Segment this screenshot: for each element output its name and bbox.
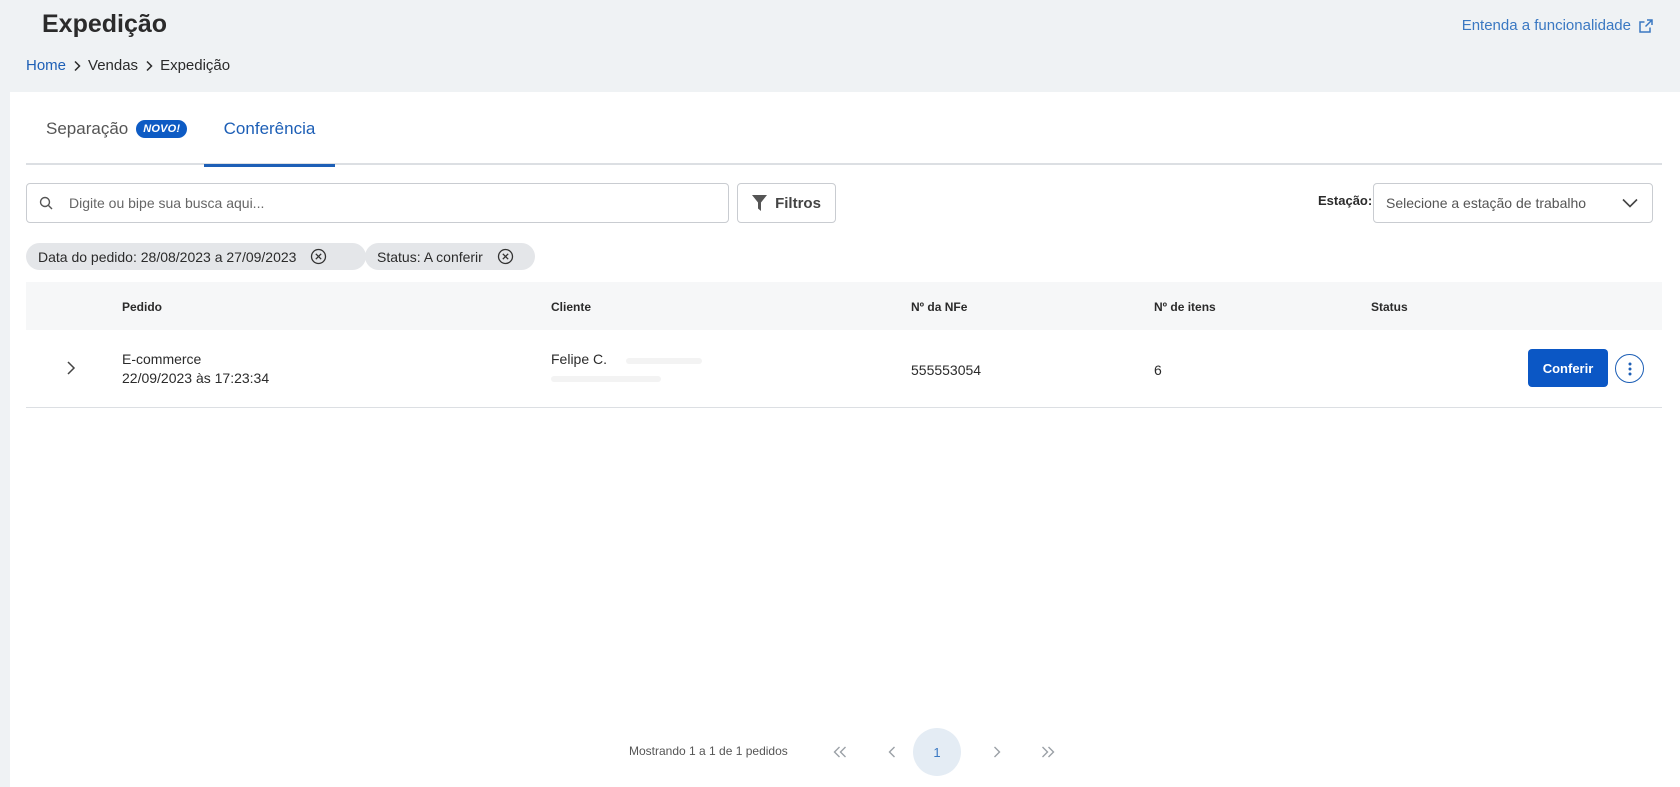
redacted-text [551,376,661,382]
item-count: 6 [1154,362,1162,378]
search-icon [39,196,53,210]
filter-icon [752,195,768,211]
conferir-button[interactable]: Conferir [1528,349,1608,387]
filter-chip-date-label: Data do pedido: 28/08/2023 a 27/09/2023 [38,248,297,265]
chevron-down-icon [1622,198,1638,208]
tab-conferencia[interactable]: Conferência [204,92,335,167]
pagination-summary: Mostrando 1 a 1 de 1 pedidos [629,744,788,758]
tab-conferencia-label: Conferência [223,118,316,138]
tab-separacao-label: Separação [46,118,129,138]
station-select-value: Selecione a estação de trabalho [1386,195,1587,211]
pagination: Mostrando 1 a 1 de 1 pedidos 1 [10,728,1680,776]
breadcrumb-home[interactable]: Home [26,57,66,74]
previous-page-button[interactable] [876,736,908,768]
search-box [26,183,729,223]
page-header: Expedição Entenda a funcionalidade Home … [0,0,1680,92]
order-date: 22/09/2023 às 17:23:34 [122,370,270,386]
first-page-button[interactable] [824,736,856,768]
column-header-status: Status [1371,300,1408,314]
page-title: Expedição [42,10,168,38]
client-name: Felipe C. [551,351,608,367]
chevron-right-icon [994,746,1001,758]
table-row: E-commerce 22/09/2023 às 17:23:34 Felipe… [26,330,1662,408]
external-link-icon [1639,18,1653,33]
filters-button-label: Filtros [775,194,821,212]
redacted-text [626,358,702,364]
chevron-right-icon [146,60,153,71]
column-header-itens: Nº de itens [1154,300,1216,314]
filters-button[interactable]: Filtros [737,183,836,223]
remove-filter-icon[interactable] [310,248,327,265]
breadcrumb-vendas[interactable]: Vendas [88,57,138,74]
chevron-right-icon [74,60,81,71]
help-link-label: Entenda a funcionalidade [1461,17,1631,34]
station-label: Estação: [1318,193,1373,208]
station-select[interactable]: Selecione a estação de trabalho [1373,183,1653,223]
nfe-number: 555553054 [911,362,982,378]
orders-table: Pedido Cliente Nº da NFe Nº de itens Sta… [26,282,1662,408]
remove-filter-icon[interactable] [497,248,514,265]
new-badge: NOVO! [136,119,188,138]
expand-row-icon[interactable] [64,359,78,377]
breadcrumb-expedicao: Expedição [160,57,231,74]
filter-chip-status: Status: A conferir [365,243,535,270]
breadcrumb: Home Vendas Expedição [26,57,230,74]
more-vertical-icon [1628,362,1631,375]
filter-chip-date: Data do pedido: 28/08/2023 a 27/09/2023 [26,243,366,270]
search-input[interactable] [69,195,689,211]
column-header-cliente: Cliente [551,300,592,314]
column-header-nfe: Nº da NFe [911,300,968,314]
tab-separacao[interactable]: Separação NOVO! [46,92,188,165]
chevron-left-icon [888,746,895,758]
column-header-pedido: Pedido [122,300,163,314]
table-header: Pedido Cliente Nº da NFe Nº de itens Sta… [26,282,1662,330]
order-type: E-commerce [122,351,202,367]
last-page-button[interactable] [1032,736,1064,768]
tab-bar: Separação NOVO! Conferência [26,92,1662,167]
page-number-button[interactable]: 1 [913,728,961,776]
main-panel: Separação NOVO! Conferência Filtros Esta… [10,92,1680,787]
chevrons-right-icon [1042,746,1055,758]
chevrons-left-icon [833,746,846,758]
more-options-button[interactable] [1615,354,1644,383]
filter-chip-status-label: Status: A conferir [377,248,483,265]
next-page-button[interactable] [981,736,1013,768]
help-link[interactable]: Entenda a funcionalidade [1462,17,1653,34]
